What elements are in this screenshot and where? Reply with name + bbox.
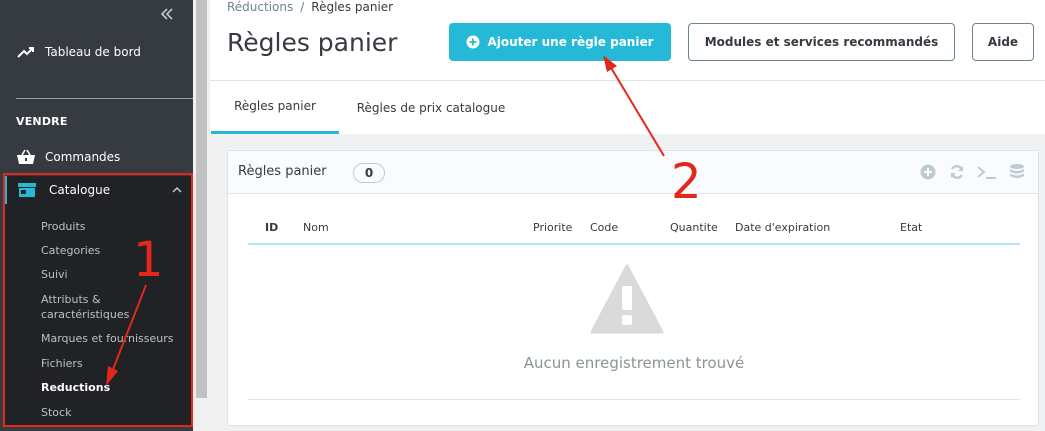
column-header-id[interactable]: ID [265,221,278,234]
count-badge: 0 [353,163,385,183]
submenu-item-attributes-line2[interactable]: caractéristiques [41,308,129,322]
chevron-up-icon [172,186,182,193]
sidebar-item-orders[interactable]: Commandes [16,148,120,166]
add-cart-rule-label: Ajouter une règle panier [487,35,654,49]
tab-cart-rules[interactable]: Règles panier [211,81,339,134]
scrollbar-thumb[interactable] [196,0,207,398]
sidebar: Tableau de bord VENDRE Commandes Catalog… [0,0,193,431]
panel-title: Règles panier [238,164,327,179]
panel-header: Règles panier 0 [228,151,1038,194]
submenu-item-tracking[interactable]: Suivi [41,268,68,282]
tab-bar: Règles panier Règles de prix catalogue [210,80,1045,134]
shopping-basket-icon [17,149,35,164]
annotation-step-1: 1 [133,232,164,288]
sidebar-item-label: Catalogue [49,183,111,197]
submenu-item-discounts[interactable]: Reductions [41,381,110,395]
submenu-item-products[interactable]: Produits [41,220,86,234]
help-button[interactable]: Aide [972,23,1034,61]
page-title: Règles panier [227,28,398,57]
scrollbar[interactable] [193,0,210,431]
sidebar-item-label: Commandes [45,150,121,164]
trending-up-icon [17,47,34,58]
sidebar-divider [16,98,193,99]
breadcrumb: Réductions / Règles panier [227,0,393,14]
sidebar-item-catalog[interactable]: Catalogue [4,176,191,204]
submenu-item-attributes[interactable]: Attributs & [41,293,101,307]
sql-query-icon[interactable] [976,163,998,181]
collapse-sidebar-icon[interactable] [157,4,177,24]
store-icon [18,183,36,197]
breadcrumb-parent[interactable]: Réductions [227,0,293,14]
add-circle-icon [466,35,480,49]
recommended-modules-button[interactable]: Modules et services recommandés [688,23,955,61]
breadcrumb-separator: / [300,0,305,14]
cart-rules-panel: Règles panier 0 ID Nom Priorite Code Qua… [227,150,1039,426]
column-header-priority[interactable]: Priorite [533,221,572,234]
submenu-item-categories[interactable]: Categories [41,244,100,258]
database-icon[interactable] [1008,163,1026,181]
submenu-item-brands[interactable]: Marques et fournisseurs [41,332,173,346]
table-header-divider [248,243,1020,245]
annotation-step-2: 2 [671,154,702,210]
refresh-icon[interactable] [948,163,966,181]
submenu-item-stock[interactable]: Stock [41,406,71,420]
tab-catalog-price-rules[interactable]: Règles de prix catalogue [340,81,522,134]
column-header-quantity[interactable]: Quantite [670,221,718,234]
submenu-item-files[interactable]: Fichiers [41,357,83,371]
sidebar-item-dashboard[interactable]: Tableau de bord [16,42,141,62]
column-header-name[interactable]: Nom [303,221,329,234]
sidebar-item-label: Tableau de bord [45,45,141,59]
column-header-status[interactable]: Etat [900,221,922,234]
warning-icon [590,264,664,334]
column-header-code[interactable]: Code [590,221,618,234]
column-header-expiration[interactable]: Date d'expiration [735,221,830,234]
add-new-icon[interactable] [919,163,937,181]
breadcrumb-current: Règles panier [311,0,394,14]
table-bottom-divider [248,399,1020,400]
empty-state-message: Aucun enregistrement trouvé [523,354,745,372]
sidebar-section-title: VENDRE [16,115,68,128]
add-cart-rule-button[interactable]: Ajouter une règle panier [449,23,671,61]
